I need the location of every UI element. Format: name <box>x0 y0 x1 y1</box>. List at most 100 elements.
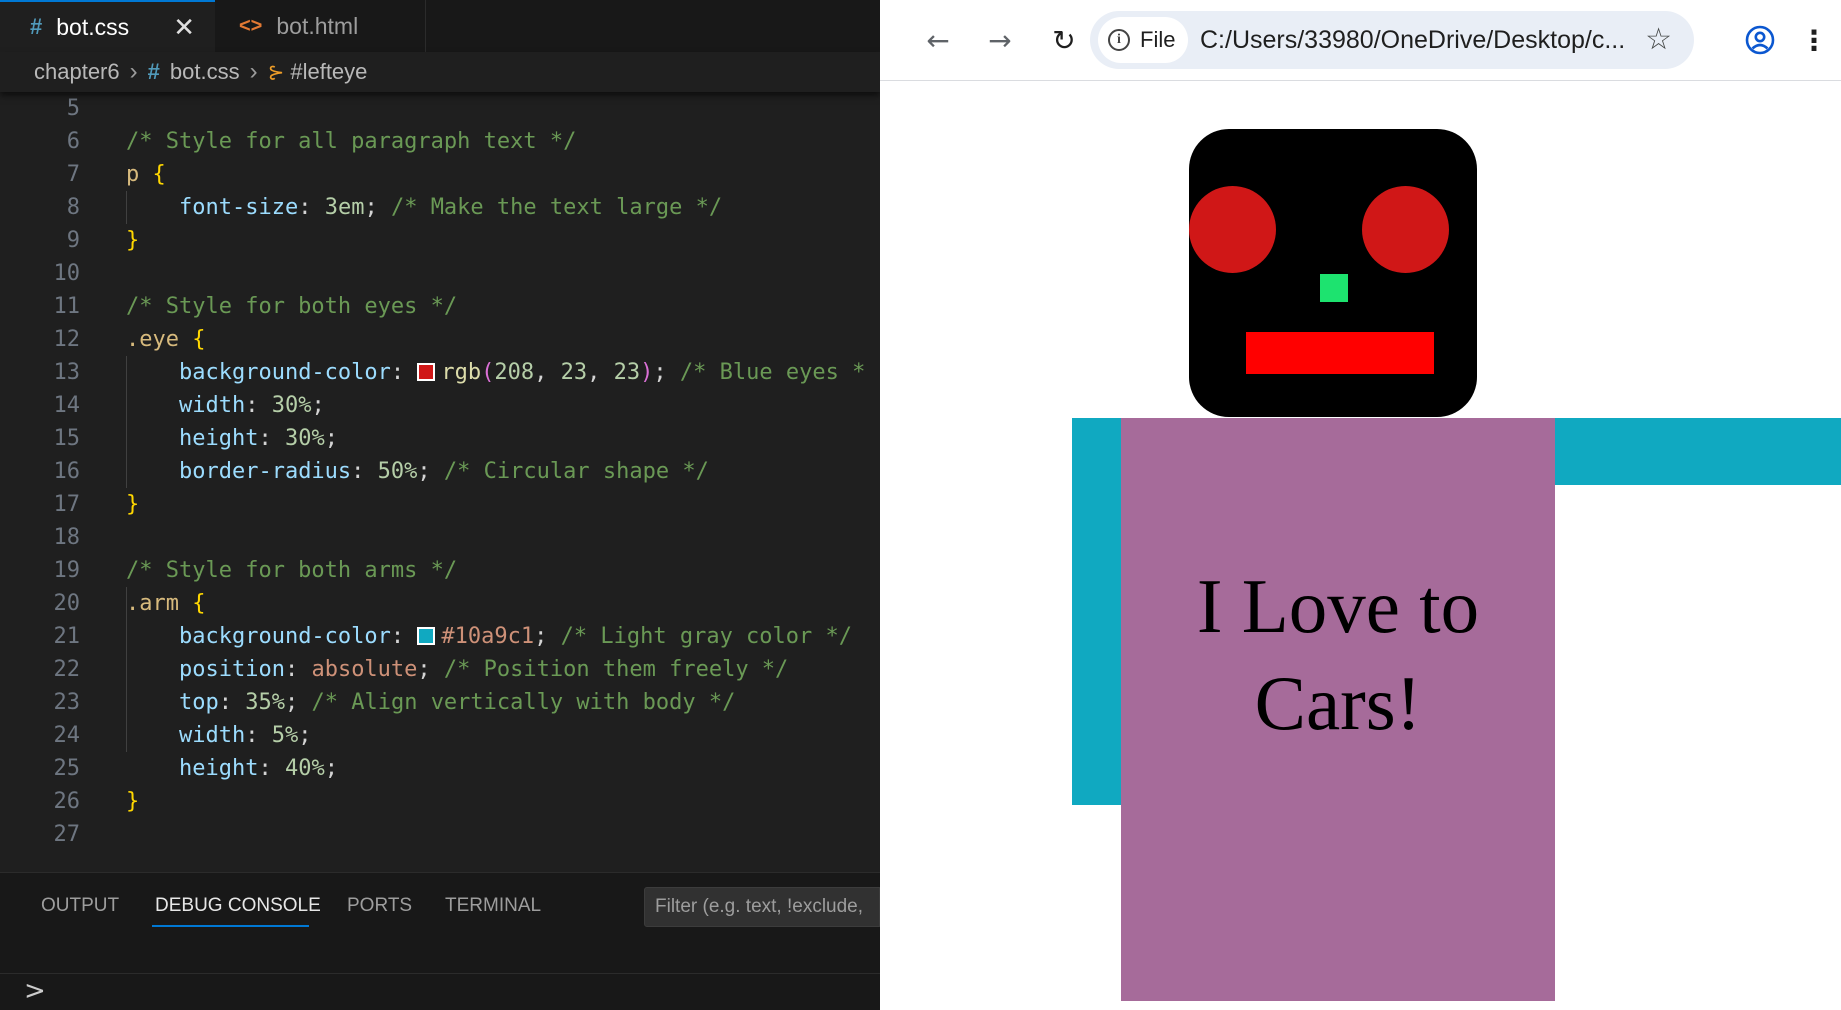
line-number: 12 <box>53 327 81 352</box>
code-line[interactable]: 17} <box>0 488 880 521</box>
line-number: 25 <box>53 756 81 781</box>
line-text: } <box>126 789 140 814</box>
line-text: /* Style for both arms */ <box>126 558 458 583</box>
address-bar[interactable]: i File C:/Users/33980/OneDrive/Desktop/c… <box>1090 11 1694 69</box>
prompt-chevron-icon: > <box>24 976 46 1006</box>
body-text: I Love to Cars! <box>1196 563 1480 746</box>
html-brackets-icon: <> <box>239 14 263 37</box>
console-input[interactable]: > <box>0 973 880 1010</box>
code-line[interactable]: 23 top: 35%; /* Align vertically with bo… <box>0 686 880 719</box>
line-number: 9 <box>66 228 80 253</box>
code-line[interactable]: 14 width: 30%; <box>0 389 880 422</box>
tab-output[interactable]: OUTPUT <box>41 895 119 917</box>
forward-arrow-icon[interactable]: → <box>980 20 1020 60</box>
code-line[interactable]: 20 .arm { <box>0 587 880 620</box>
line-number: 21 <box>53 624 81 649</box>
tab-debug-console[interactable]: DEBUG CONSOLE <box>155 895 321 917</box>
page-viewport: I Love to Cars! <box>880 81 1841 1010</box>
tab-ports[interactable]: PORTS <box>347 895 412 917</box>
reload-icon[interactable]: ↻ <box>1044 20 1084 60</box>
code-line[interactable]: 12 .eye { <box>0 323 880 356</box>
line-number: 10 <box>53 261 81 286</box>
more-menu-icon[interactable]: ⋮ <box>1794 20 1834 60</box>
right-eye <box>1362 186 1449 273</box>
css-hash-icon: # <box>30 14 43 39</box>
line-number: 18 <box>53 525 81 550</box>
code-line[interactable]: 26} <box>0 785 880 818</box>
line-text: } <box>126 492 140 517</box>
line-text: height: 40%; <box>178 756 338 781</box>
code-line[interactable]: 19 /* Style for both arms */ <box>0 554 880 587</box>
color-swatch-icon[interactable] <box>417 363 436 381</box>
tab-bot-html[interactable]: <> bot.html <box>215 0 426 52</box>
color-swatch-icon[interactable] <box>417 627 436 645</box>
symbol-icon: ⊱ <box>267 61 285 84</box>
code-line[interactable]: 11 /* Style for both eyes */ <box>0 290 880 323</box>
tab-bot-css[interactable]: # bot.css ✕ <box>0 0 215 52</box>
line-number: 6 <box>66 129 80 154</box>
code-area[interactable]: 5 6 /* Style for all paragraph text */ 7 p {… <box>0 92 880 872</box>
line-text: /* Style for all paragraph text */ <box>126 129 577 154</box>
line-text: top: 35%; /* Align vertically with body … <box>178 690 736 715</box>
code-line[interactable]: 8 font-size: 3em; /* Make the text large… <box>0 191 880 224</box>
line-number: 22 <box>53 657 81 682</box>
code-line[interactable]: 6 /* Style for all paragraph text */ <box>0 125 880 158</box>
line-number: 16 <box>53 459 81 484</box>
line-number: 7 <box>66 162 80 187</box>
back-arrow-icon[interactable]: ← <box>918 20 958 60</box>
line-number: 27 <box>53 822 81 847</box>
robot-nose <box>1320 274 1348 302</box>
left-eye <box>1189 186 1276 273</box>
line-text: width: 30%; <box>178 393 325 418</box>
tab-terminal[interactable]: TERMINAL <box>445 895 541 917</box>
editor-tab-bar: # bot.css ✕ <> bot.html <box>0 0 880 53</box>
code-line[interactable]: 25 height: 40%; <box>0 752 880 785</box>
info-icon: i <box>1108 29 1130 51</box>
tab-label: bot.html <box>276 12 359 39</box>
line-text: position: absolute; /* Position them fre… <box>178 657 789 682</box>
line-number: 19 <box>53 558 81 583</box>
browser-window: ← → ↻ i File C:/Users/33980/OneDrive/Des… <box>880 0 1841 1010</box>
filter-input[interactable] <box>645 888 879 926</box>
line-text: width: 5%; <box>178 723 312 748</box>
code-line[interactable]: 27 <box>0 818 880 851</box>
breadcrumb-folder[interactable]: chapter6 <box>34 59 120 85</box>
code-line[interactable]: 9} <box>0 224 880 257</box>
line-number: 8 <box>66 195 80 220</box>
code-line[interactable]: 18 <box>0 521 880 554</box>
line-text: p { <box>126 162 166 187</box>
code-line[interactable]: 13 background-color: rgb(208, 23, 23); /… <box>0 356 880 389</box>
chevron-right-icon: › <box>249 58 258 85</box>
tab-label: bot.css <box>56 13 130 40</box>
breadcrumb-symbol[interactable]: #lefteye <box>290 59 367 85</box>
line-number: 11 <box>53 294 81 319</box>
code-line[interactable]: 24 width: 5%; <box>0 719 880 752</box>
breadcrumb: chapter6 › # bot.css › ⊱ #lefteye <box>0 52 880 92</box>
close-icon[interactable]: ✕ <box>173 12 195 42</box>
url-text[interactable]: C:/Users/33980/OneDrive/Desktop/c... <box>1200 11 1625 69</box>
robot-head <box>1189 129 1477 417</box>
code-line[interactable]: 7 p { <box>0 158 880 191</box>
line-number: 5 <box>66 96 80 121</box>
code-editor: # bot.css ✕ <> bot.html chapter6 › # bot… <box>0 0 880 1010</box>
code-line[interactable]: 15 height: 30%; <box>0 422 880 455</box>
line-text: background-color: #10a9c1; /* Light gray… <box>178 624 853 649</box>
bookmark-star-icon[interactable]: ☆ <box>1645 23 1672 57</box>
code-line[interactable]: 5 <box>0 92 880 125</box>
line-text: border-radius: 50%; /* Circular shape */ <box>178 459 709 484</box>
code-line[interactable]: 22 position: absolute; /* Position them … <box>0 653 880 686</box>
active-tab-indicator <box>152 925 309 927</box>
profile-icon[interactable] <box>1740 20 1780 60</box>
filter-box[interactable] <box>644 887 880 927</box>
browser-toolbar: ← → ↻ i File C:/Users/33980/OneDrive/Des… <box>880 0 1841 81</box>
code-line[interactable]: 21 background-color: #10a9c1; /* Light g… <box>0 620 880 653</box>
code-line[interactable]: 10 <box>0 257 880 290</box>
bottom-panel: OUTPUT DEBUG CONSOLE PORTS TERMINAL > <box>0 872 880 1010</box>
robot-body: I Love to Cars! <box>1121 418 1555 1001</box>
code-line[interactable]: 16 border-radius: 50%; /* Circular shape… <box>0 455 880 488</box>
line-text: height: 30%; <box>178 426 338 451</box>
line-number: 24 <box>53 723 81 748</box>
line-text: .arm { <box>126 591 206 616</box>
breadcrumb-file[interactable]: bot.css <box>170 59 240 85</box>
site-info-chip[interactable]: i File <box>1098 17 1188 63</box>
